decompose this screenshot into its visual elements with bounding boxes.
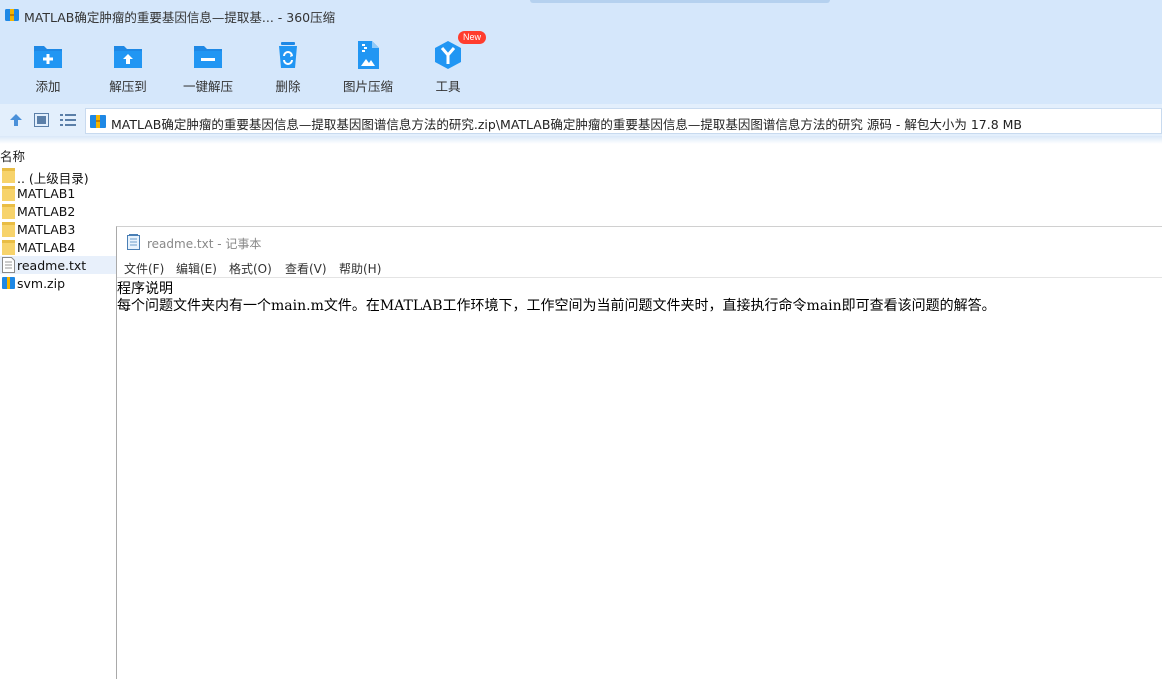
address-row: MATLAB确定肿瘤的重要基因信息—提取基因图谱信息方法的研究.zip\MATL…: [0, 104, 1162, 136]
one-click-extract-label: 一键解压: [182, 79, 233, 94]
file-name: readme.txt: [17, 258, 87, 273]
delete-icon: [279, 42, 297, 68]
folder-icon: [2, 186, 15, 201]
notepad-title: readme.txt - 记事本: [147, 237, 262, 251]
folder-icon: [2, 222, 15, 237]
folder-icon: [2, 204, 15, 219]
image-compress-button[interactable]: 图片压缩: [328, 36, 408, 100]
list-item-matlab3[interactable]: MATLAB3: [0, 220, 116, 238]
list-item-parent-dir[interactable]: .. (上级目录): [0, 166, 116, 186]
zip-file-icon: [90, 115, 106, 128]
file-name: MATLAB2: [17, 204, 76, 219]
header-gradient: [0, 136, 1162, 144]
file-list: .. (上级目录) MATLAB1 MATLAB2 MATLAB3 MATLAB…: [0, 166, 116, 292]
app-logo-icon: [5, 9, 19, 21]
list-item-readme[interactable]: readme.txt: [0, 256, 116, 274]
window-title: MATLAB确定肿瘤的重要基因信息—提取基... - 360压缩: [24, 10, 336, 25]
address-path: MATLAB确定肿瘤的重要基因信息—提取基因图谱信息方法的研究.zip\MATL…: [111, 117, 1022, 132]
notepad-title-bar: readme.txt - 记事本: [117, 227, 1162, 257]
top-strip: [530, 0, 830, 3]
tools-icon: [435, 41, 461, 69]
list-item-svm-zip[interactable]: svm.zip: [0, 274, 116, 292]
zip-file-icon: [2, 277, 15, 289]
file-name: MATLAB4: [17, 240, 76, 255]
text-line-2: 每个问题文件夹内有一个main.m文件。在MATLAB工作环境下，工作空间为当前…: [117, 298, 996, 314]
notepad-window: readme.txt - 记事本 文件(F) 编辑(E) 格式(O) 查看(V)…: [116, 226, 1162, 679]
tools-label: 工具: [435, 79, 461, 94]
one-click-extract-icon: [194, 46, 222, 68]
extract-to-label: 解压到: [109, 79, 147, 94]
menu-edit[interactable]: 编辑(E): [176, 260, 217, 277]
list-item-matlab1[interactable]: MATLAB1: [0, 184, 116, 202]
column-header-name[interactable]: 名称: [0, 146, 25, 165]
extract-to-button[interactable]: 解压到: [88, 36, 168, 100]
delete-label: 删除: [275, 79, 301, 94]
add-label: 添加: [35, 79, 61, 94]
folder-icon: [2, 240, 15, 255]
text-file-icon: [2, 257, 15, 273]
image-compress-icon: [358, 41, 379, 69]
list-item-matlab4[interactable]: MATLAB4: [0, 238, 116, 256]
list-item-matlab2[interactable]: MATLAB2: [0, 202, 116, 220]
menu-format[interactable]: 格式(O): [229, 260, 272, 277]
new-badge: New: [458, 31, 487, 44]
file-name: MATLAB1: [17, 186, 76, 201]
add-button[interactable]: 添加: [8, 36, 88, 100]
list-view-icon[interactable]: [60, 113, 76, 127]
toolbar: 添加 解压到 一键解压 删除 图片压缩 New 工具: [0, 30, 1162, 104]
image-compress-label: 图片压缩: [342, 79, 393, 94]
menu-file[interactable]: 文件(F): [124, 260, 164, 277]
one-click-extract-button[interactable]: 一键解压: [168, 36, 248, 100]
menu-help[interactable]: 帮助(H): [339, 260, 381, 277]
notepad-icon: [127, 234, 140, 250]
desktop: MATLAB确定肿瘤的重要基因信息—提取基... - 360压缩 添加 解压到: [0, 0, 1162, 679]
delete-button[interactable]: 删除: [248, 36, 328, 100]
add-icon: [34, 46, 62, 68]
notepad-menu-bar: 文件(F) 编辑(E) 格式(O) 查看(V) 帮助(H): [117, 258, 1162, 278]
thumbnail-view-icon[interactable]: [34, 113, 49, 127]
address-bar[interactable]: MATLAB确定肿瘤的重要基因信息—提取基因图谱信息方法的研究.zip\MATL…: [85, 108, 1162, 134]
up-arrow-icon[interactable]: [8, 112, 24, 128]
tools-button[interactable]: New 工具: [408, 31, 488, 100]
extract-to-icon: [114, 46, 142, 68]
folder-icon: [2, 168, 15, 183]
title-bar: MATLAB确定肿瘤的重要基因信息—提取基... - 360压缩: [0, 0, 1162, 30]
file-name: MATLAB3: [17, 222, 76, 237]
notepad-text-area[interactable]: 程序说明 每个问题文件夹内有一个main.m文件。在MATLAB工作环境下，工作…: [117, 277, 1162, 679]
menu-view[interactable]: 查看(V): [285, 260, 327, 277]
file-name: svm.zip: [17, 276, 66, 291]
